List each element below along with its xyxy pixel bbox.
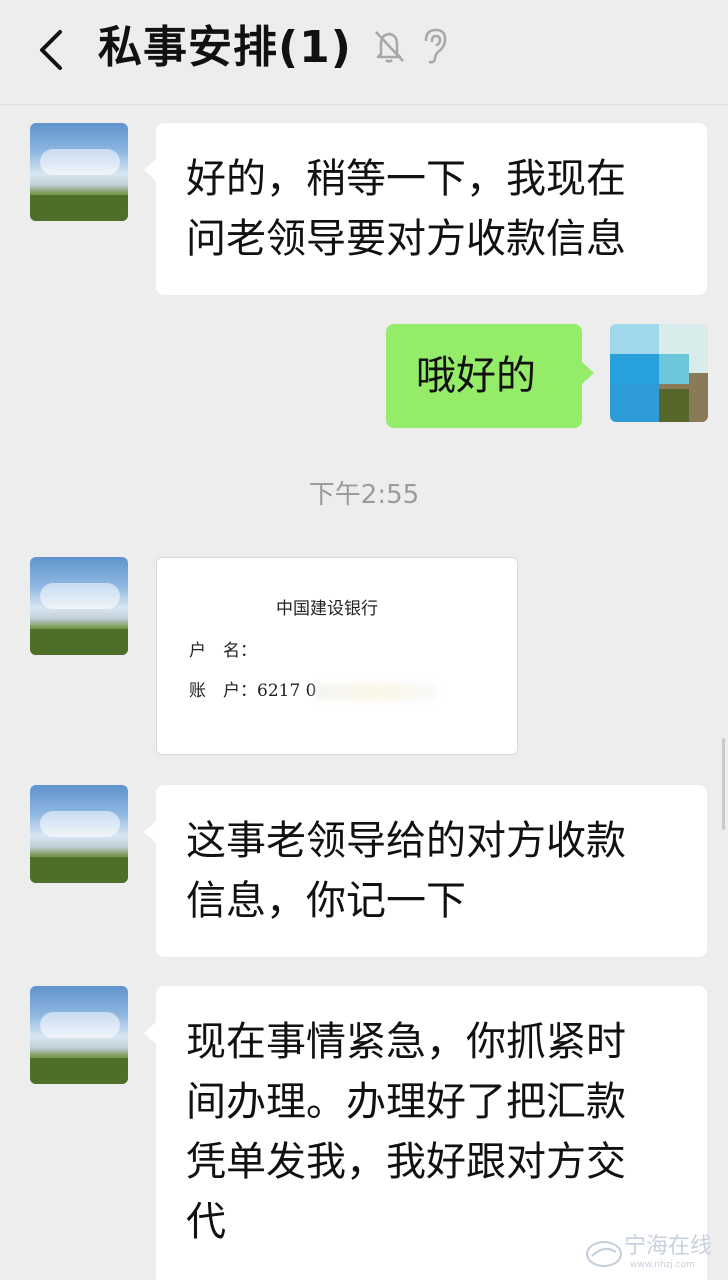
- contact-avatar[interactable]: [30, 123, 128, 221]
- watermark-text: 宁海在线: [624, 1234, 713, 1259]
- message-line: 哦好的: [416, 353, 536, 399]
- redacted-blur: [316, 683, 437, 700]
- watermark: 宁海在线 www.nhzj.com: [584, 1234, 714, 1274]
- watermark-url: www.nhzj.com: [630, 1260, 695, 1270]
- account-number-row: 账 户：6217 0: [189, 676, 437, 701]
- message-line: 好的，稍等一下，我现在: [186, 156, 626, 202]
- bank-info-image[interactable]: 中国建设银行 户 名： 账 户：6217 0: [156, 557, 518, 755]
- message-bubble[interactable]: 好的，稍等一下，我现在 问老领导要对方收款信息: [144, 123, 707, 295]
- chat-title: 私事安排(1): [98, 22, 352, 73]
- account-number-label: 账 户：6217 0: [189, 681, 317, 701]
- contact-avatar[interactable]: [30, 557, 128, 655]
- account-name-label: 户 名：: [189, 641, 257, 661]
- my-message-bubble[interactable]: 哦好的: [386, 324, 594, 428]
- my-avatar[interactable]: [610, 324, 708, 422]
- scrollbar[interactable]: [722, 738, 725, 830]
- message-line: 这事老领导给的对方收款: [186, 818, 626, 864]
- contact-avatar[interactable]: [30, 986, 128, 1084]
- earpiece-mode-icon: [424, 28, 447, 64]
- message-line: 现在事情紧急，你抓紧时: [186, 1019, 626, 1065]
- account-name-row: 户 名：: [189, 636, 257, 661]
- mute-bell-icon: [375, 31, 404, 63]
- watermark-logo-icon: [586, 1241, 622, 1267]
- message-line: 信息，你记一下: [186, 878, 466, 924]
- chat-header: 私事安排(1): [0, 0, 728, 105]
- message-line: 间办理。办理好了把汇款: [186, 1079, 626, 1125]
- contact-avatar[interactable]: [30, 785, 128, 883]
- message-line: 问老领导要对方收款信息: [186, 216, 626, 262]
- message-bubble[interactable]: 这事老领导给的对方收款 信息，你记一下: [144, 785, 707, 957]
- back-arrow-icon[interactable]: [34, 26, 74, 74]
- bank-name: 中国建设银行: [276, 599, 378, 619]
- timestamp: 下午2:55: [308, 480, 420, 510]
- message-line: 凭单发我，我好跟对方交: [186, 1139, 626, 1185]
